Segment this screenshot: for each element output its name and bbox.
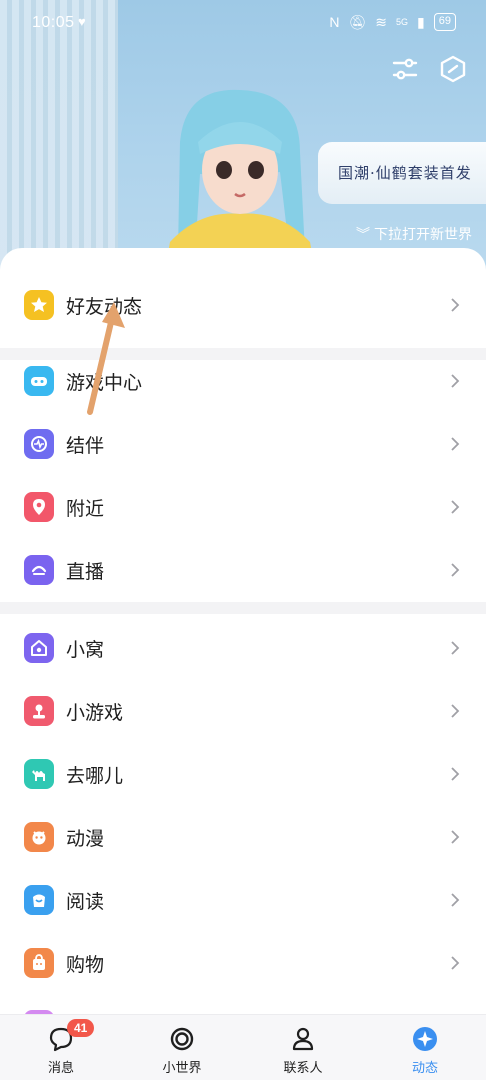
chevron-right-icon <box>451 956 460 970</box>
contacts-icon <box>292 1027 314 1051</box>
tab-messages[interactable]: 消息 41 <box>21 1015 101 1080</box>
heart-status-icon: ♥ <box>78 14 86 29</box>
menu-item-label: 小游戏 <box>66 702 124 724</box>
tab-label: 联系人 <box>283 1060 323 1075</box>
menu-item-anime[interactable]: 动漫 <box>0 806 486 868</box>
menu-item-mini-games[interactable]: 小游戏 <box>0 680 486 742</box>
menu-item-label: 好友动态 <box>66 296 143 318</box>
bottom-tab-bar: 消息 41 小世界 联系人 动态 <box>0 1014 486 1080</box>
tab-small-world[interactable]: 小世界 <box>142 1015 222 1080</box>
world-icon <box>170 1027 194 1051</box>
hexagon-icon[interactable] <box>438 54 468 84</box>
pull-hint-text: 下拉打开新世界 <box>374 226 472 242</box>
gamepad-icon <box>24 366 54 396</box>
star-icon <box>24 290 54 320</box>
cartoon-face-icon <box>24 822 54 852</box>
menu-item-label: 结伴 <box>66 435 105 457</box>
chevron-right-icon <box>451 500 460 514</box>
tab-label: 消息 <box>47 1060 74 1075</box>
sliders-icon[interactable] <box>390 54 420 84</box>
status-bar: 10:05 ♥ N 🔕︎ ≋ 5G ▮ 69 <box>0 0 486 44</box>
chevron-right-icon <box>451 893 460 907</box>
mute-icon: 🔕︎ <box>348 13 367 30</box>
chevron-right-icon <box>451 767 460 781</box>
chevron-right-icon <box>451 641 460 655</box>
menu-item-label: 小窝 <box>66 639 105 661</box>
chevron-down-icon: ︾ <box>356 226 370 242</box>
joystick-icon <box>24 696 54 726</box>
promo-text: 国潮·仙鹤套装首发 <box>338 164 472 182</box>
menu-item-label: 去哪儿 <box>66 765 124 787</box>
menu-item-shopping[interactable]: 购物 <box>0 932 486 994</box>
shopping-icon <box>24 948 54 978</box>
avatar-character[interactable] <box>140 82 330 270</box>
hero-banner[interactable]: 10:05 ♥ N 🔕︎ ≋ 5G ▮ 69 国潮·仙鹤套装首发 ︾ 下拉打开新… <box>0 0 486 270</box>
tab-dynamic[interactable]: 动态 <box>385 1015 465 1080</box>
pull-down-hint[interactable]: ︾ 下拉打开新世界 <box>356 224 472 244</box>
menu-item-friend-feed[interactable]: 好友动态 <box>0 274 486 336</box>
promo-card[interactable]: 国潮·仙鹤套装首发 <box>318 142 486 204</box>
live-icon <box>24 555 54 585</box>
menu-sheet: 好友动态 游戏中心 结伴 附近 直播 小窝 小游戏 去哪儿 动漫 阅读 购物 <box>0 248 486 1014</box>
chevron-right-icon <box>451 374 460 388</box>
tab-label: 动态 <box>411 1060 438 1075</box>
network-label: 5G <box>396 17 409 27</box>
menu-item-label: 动漫 <box>66 828 105 850</box>
system-icons: N 🔕︎ ≋ 5G ▮ 69 <box>329 13 456 31</box>
menu-item-companion[interactable]: 结伴 <box>0 413 486 475</box>
tab-label: 小世界 <box>162 1060 202 1075</box>
location-pin-icon <box>24 492 54 522</box>
unread-badge: 41 <box>67 1019 95 1037</box>
section-divider <box>0 602 486 614</box>
menu-item-nearby[interactable]: 附近 <box>0 476 486 538</box>
book-bag-icon <box>24 885 54 915</box>
chevron-right-icon <box>451 298 460 312</box>
menu-item-label: 阅读 <box>66 891 105 913</box>
star-dynamic-icon <box>413 1027 437 1051</box>
chevron-right-icon <box>451 437 460 451</box>
nfc-icon: N <box>329 14 340 30</box>
menu-item-label: 直播 <box>66 561 105 583</box>
menu-item-live[interactable]: 直播 <box>0 539 486 601</box>
chevron-right-icon <box>451 704 460 718</box>
chevron-right-icon <box>451 830 460 844</box>
camel-icon <box>24 759 54 789</box>
wifi-icon: ≋ <box>375 13 388 30</box>
menu-item-label: 游戏中心 <box>66 372 143 394</box>
menu-item-game-center[interactable]: 游戏中心 <box>0 350 486 412</box>
signal-icon: ▮ <box>417 13 425 30</box>
menu-item-where-to-go[interactable]: 去哪儿 <box>0 743 486 805</box>
home-icon <box>24 633 54 663</box>
menu-item-label: 购物 <box>66 954 105 976</box>
tab-contacts[interactable]: 联系人 <box>263 1015 343 1080</box>
menu-item-nest[interactable]: 小窝 <box>0 617 486 679</box>
menu-item-label: 附近 <box>66 498 105 520</box>
status-time: 10:05 <box>32 14 75 31</box>
battery-indicator: 69 <box>433 13 456 31</box>
chevron-right-icon <box>451 563 460 577</box>
menu-item-reading[interactable]: 阅读 <box>0 869 486 931</box>
chat-wave-icon <box>24 429 54 459</box>
